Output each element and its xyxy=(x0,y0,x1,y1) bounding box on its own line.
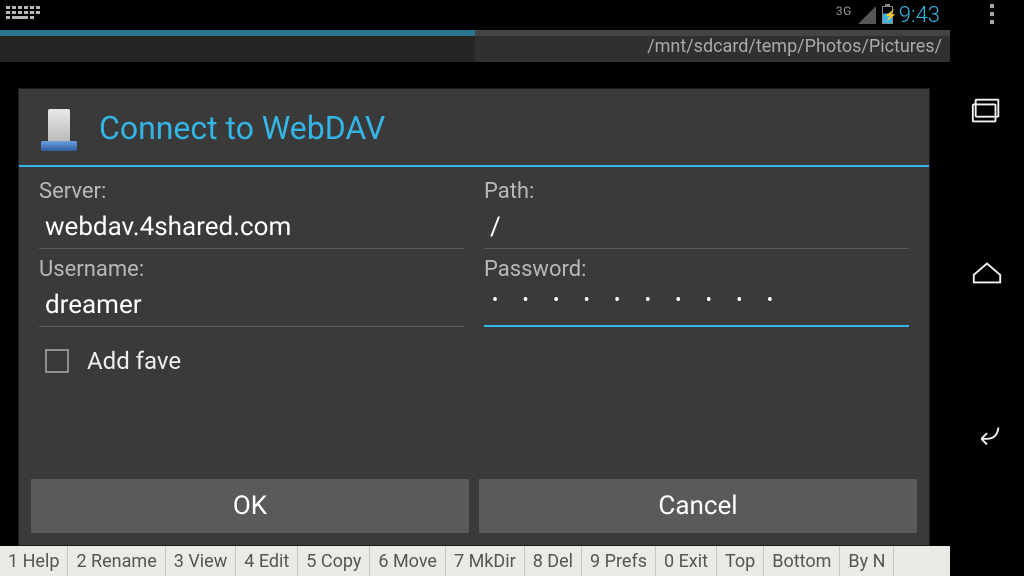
cancel-button[interactable]: Cancel xyxy=(479,479,917,533)
fn-by-name[interactable]: By N xyxy=(840,546,894,576)
path-tabbar: /mnt/sdcard/temp/Photos/Pictures/ xyxy=(0,30,950,62)
fn-prefs[interactable]: 9 Prefs xyxy=(582,546,656,576)
fn-mkdir[interactable]: 7 MkDir xyxy=(446,546,525,576)
fn-copy[interactable]: 5 Copy xyxy=(298,546,370,576)
fn-help[interactable]: 1 Help xyxy=(0,546,68,576)
fn-rename[interactable]: 2 Rename xyxy=(68,546,165,576)
fn-edit[interactable]: 4 Edit xyxy=(236,546,298,576)
path-label: Path: xyxy=(484,173,909,204)
clock: 9:43 xyxy=(899,3,940,28)
network-3g-label: 3G xyxy=(836,4,852,18)
ok-button[interactable]: OK xyxy=(31,479,469,533)
fn-del[interactable]: 8 Del xyxy=(525,546,582,576)
password-input[interactable]: • • • • • • • • • • xyxy=(484,284,909,327)
fn-view[interactable]: 3 View xyxy=(166,546,237,576)
function-keys-bar: 1 Help 2 Rename 3 View 4 Edit 5 Copy 6 M… xyxy=(0,546,950,576)
server-label: Server: xyxy=(39,173,464,204)
tab-right[interactable]: /mnt/sdcard/temp/Photos/Pictures/ xyxy=(475,30,950,62)
server-icon xyxy=(39,105,81,151)
recent-apps-button[interactable] xyxy=(969,93,1005,129)
tab-left[interactable] xyxy=(0,30,475,62)
fn-top[interactable]: Top xyxy=(717,546,764,576)
dialog-title: Connect to WebDAV xyxy=(99,109,385,147)
fn-exit[interactable]: 0 Exit xyxy=(656,546,717,576)
back-button[interactable] xyxy=(969,417,1005,453)
system-nav-rail xyxy=(950,0,1024,576)
fn-move[interactable]: 6 Move xyxy=(370,546,446,576)
tab-right-path: /mnt/sdcard/temp/Photos/Pictures/ xyxy=(647,36,942,57)
keyboard-icon xyxy=(6,6,42,24)
signal-icon xyxy=(858,6,876,24)
add-fave-label: Add fave xyxy=(87,347,181,375)
add-fave-checkbox[interactable] xyxy=(45,349,69,373)
fn-bottom[interactable]: Bottom xyxy=(764,546,840,576)
username-input[interactable] xyxy=(39,284,464,327)
overflow-menu-icon[interactable] xyxy=(990,4,994,24)
password-label: Password: xyxy=(484,251,909,282)
battery-icon: ⚡ xyxy=(882,6,893,24)
username-label: Username: xyxy=(39,251,464,282)
connect-webdav-dialog: Connect to WebDAV Server: Path: Username… xyxy=(18,88,930,546)
status-bar: 3G ⚡ 9:43 xyxy=(0,0,950,30)
home-button[interactable] xyxy=(969,255,1005,291)
server-input[interactable] xyxy=(39,206,464,249)
path-input[interactable] xyxy=(484,206,909,249)
